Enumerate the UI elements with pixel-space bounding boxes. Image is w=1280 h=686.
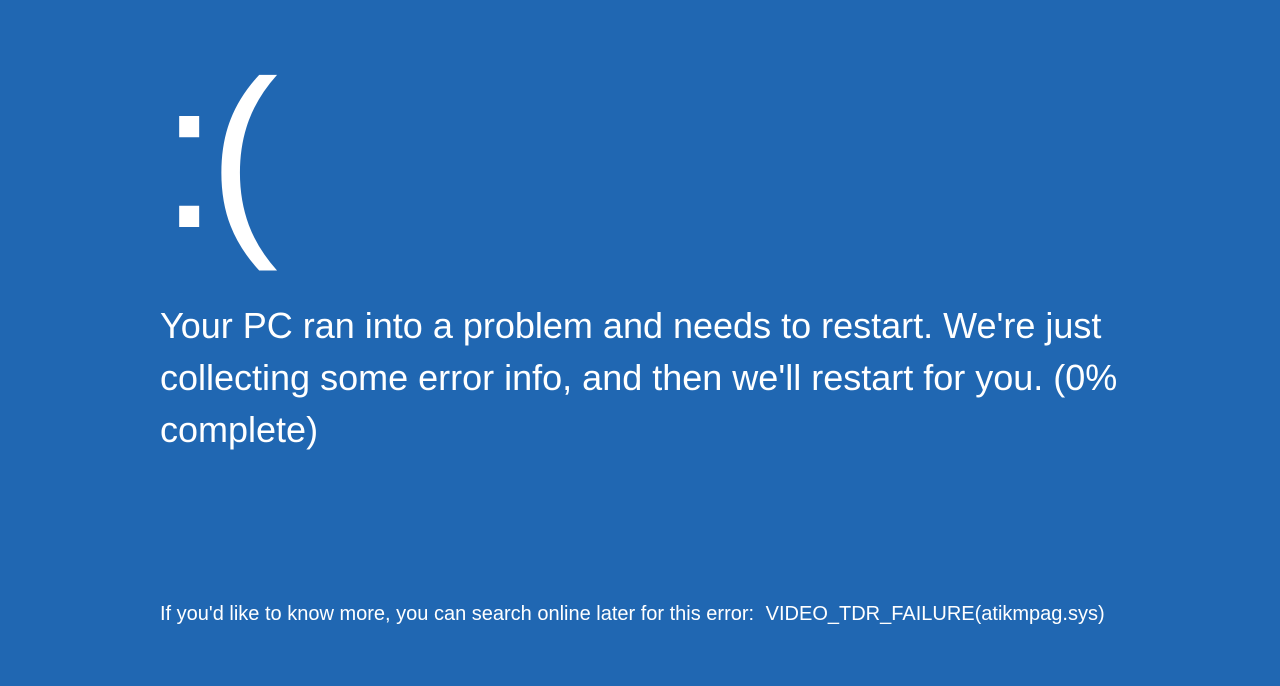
footer-prefix: If you'd like to know more, you can sear… [160, 603, 754, 625]
error-message: Your PC ran into a problem and needs to … [160, 300, 1160, 457]
sad-face-icon: :( [160, 50, 1180, 260]
error-code: VIDEO_TDR_FAILURE(atikmpag.sys) [766, 603, 1105, 625]
error-footer: If you'd like to know more, you can sear… [160, 603, 1105, 626]
bsod-screen: :( Your PC ran into a problem and needs … [0, 0, 1280, 457]
